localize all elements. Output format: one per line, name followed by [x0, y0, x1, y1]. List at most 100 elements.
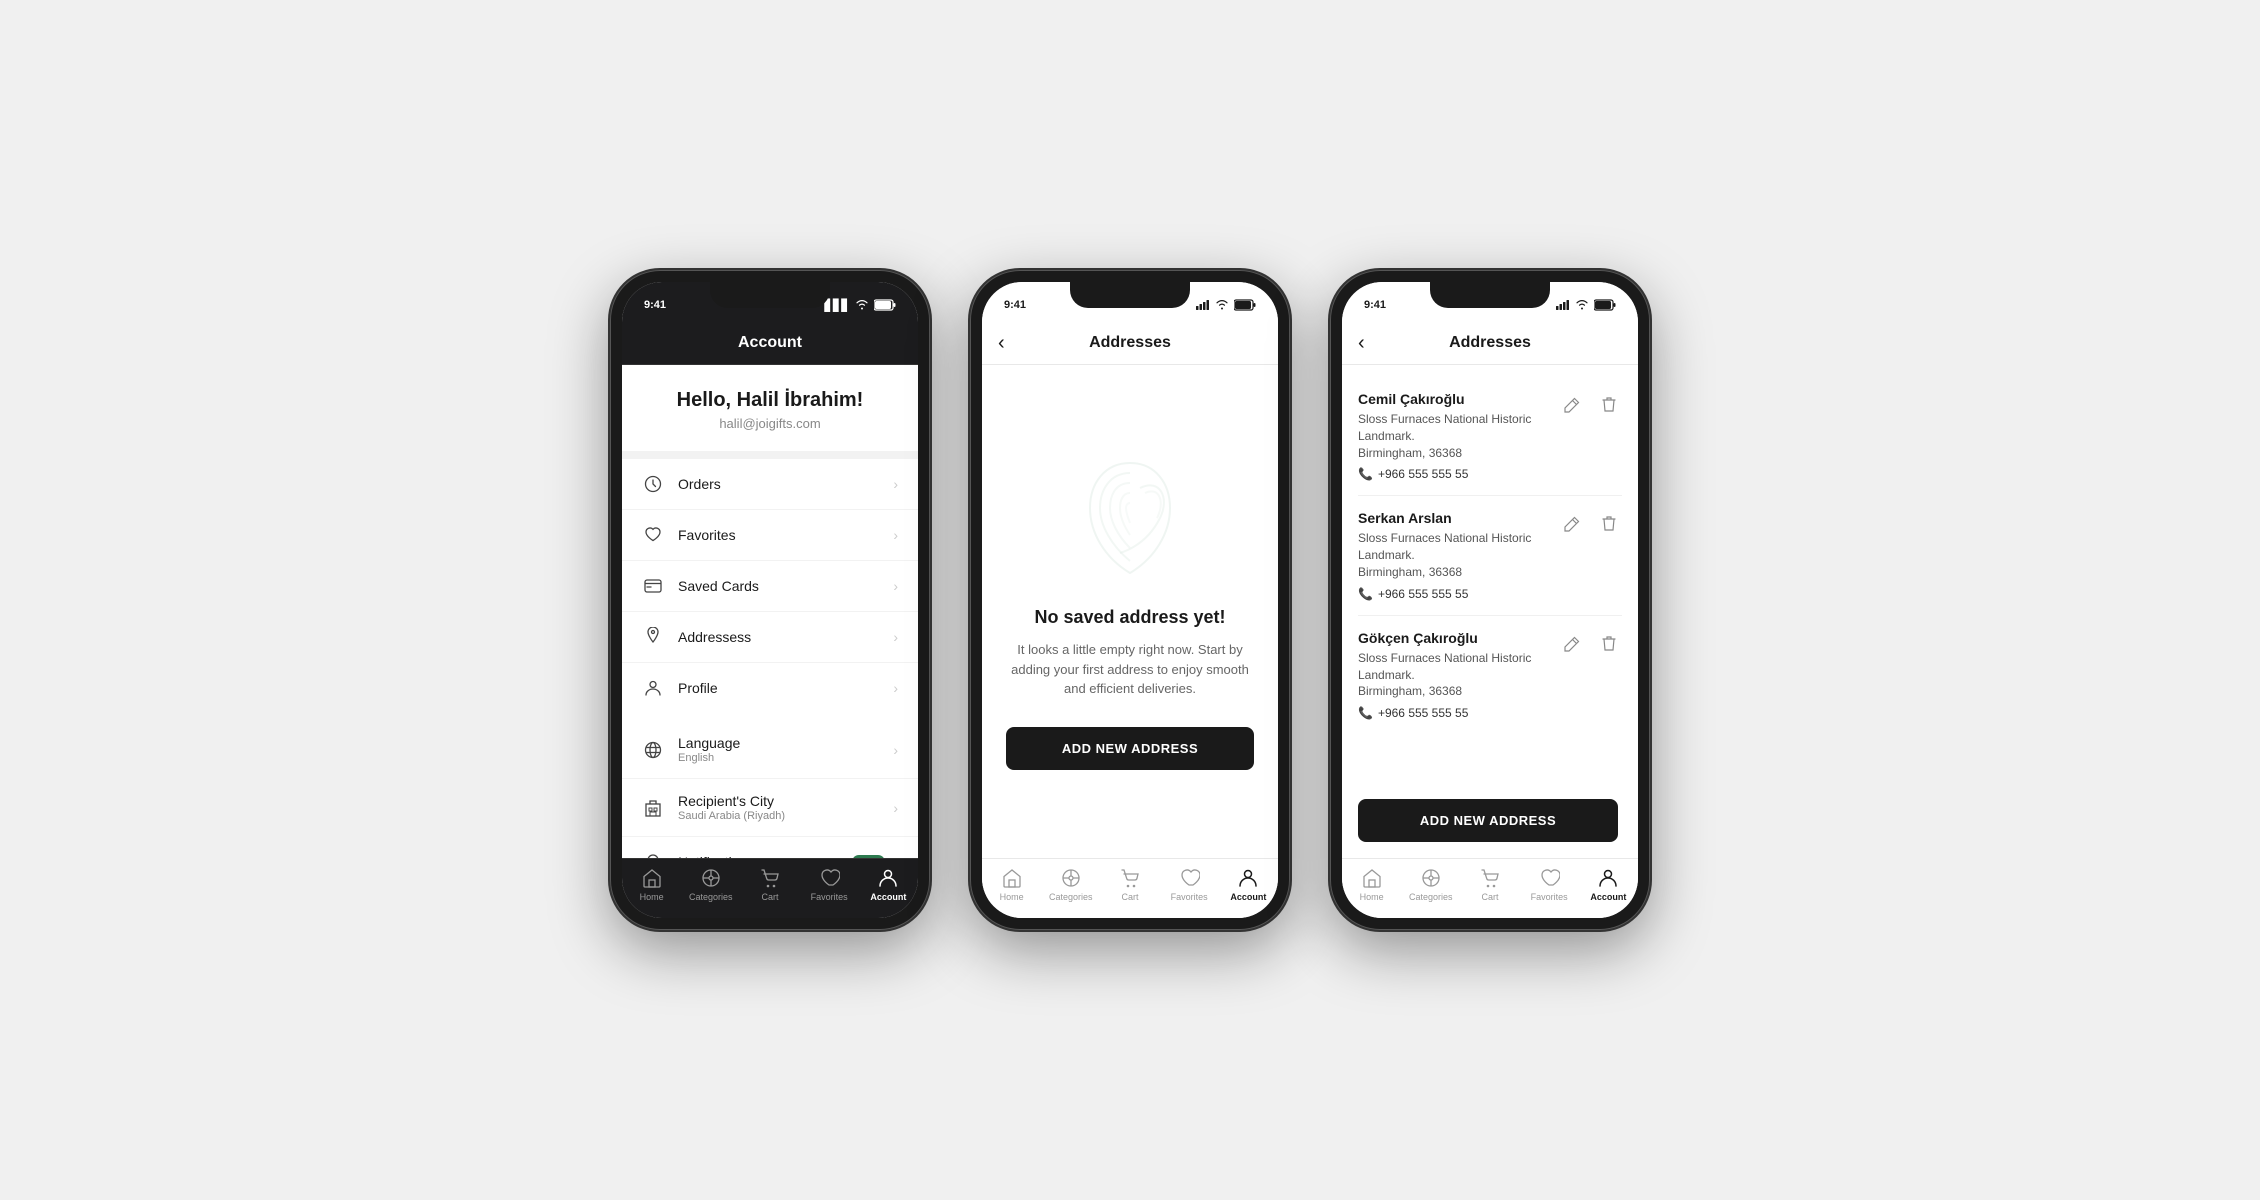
favorites-chevron: ›: [893, 527, 898, 543]
menu-item-notifications[interactable]: Notifications NEW ›: [622, 837, 918, 858]
nav-home-label-2: Home: [1000, 892, 1024, 902]
phone-1: 9:41 ▋▋▋: [610, 270, 930, 930]
recipient-city-chevron: ›: [893, 800, 898, 816]
nav-categories-1[interactable]: Categories: [686, 867, 736, 902]
empty-icon: [1075, 453, 1185, 583]
phone-3: 9:41: [1330, 270, 1650, 930]
cart-icon-3: [1479, 867, 1501, 889]
nav-categories-2[interactable]: Categories: [1046, 867, 1096, 902]
nav-account-3[interactable]: Account: [1583, 867, 1633, 902]
edit-button-2[interactable]: [1560, 510, 1586, 536]
notch-2: [1070, 282, 1190, 308]
profile-chevron: ›: [893, 680, 898, 696]
nav-cart-3[interactable]: Cart: [1465, 867, 1515, 902]
back-button-2[interactable]: ‹: [998, 332, 1005, 355]
orders-chevron: ›: [893, 476, 898, 492]
nav-home-3[interactable]: Home: [1347, 867, 1397, 902]
add-address-button-3[interactable]: ADD NEW ADDRESS: [1358, 799, 1618, 842]
menu-item-profile[interactable]: Profile ›: [622, 663, 918, 713]
greeting: Hello, Halil İbrahim!: [642, 389, 898, 412]
edit-button-1[interactable]: [1560, 391, 1586, 417]
addresses-header-2: ‹ Addresses: [982, 322, 1278, 365]
nav-home-2[interactable]: Home: [987, 867, 1037, 902]
address-phone-1: 📞 +966 555 555 55: [1358, 467, 1622, 481]
delete-button-1[interactable]: [1596, 391, 1622, 417]
addresses-title-2: Addresses: [1089, 334, 1171, 352]
nav-categories-3[interactable]: Categories: [1406, 867, 1456, 902]
menu-item-language[interactable]: Language English ›: [622, 721, 918, 779]
menu-item-addresses[interactable]: Addressess ›: [622, 612, 918, 663]
grid-icon-1: [700, 867, 722, 889]
nav-home-1[interactable]: Home: [627, 867, 677, 902]
battery-icon-2: [1234, 299, 1256, 311]
addresses-label: Addressess: [678, 629, 893, 645]
phone-icon-2: 📞: [1358, 587, 1373, 601]
signal-icon-1: ▋▋▋: [825, 299, 850, 312]
delete-button-3[interactable]: [1596, 630, 1622, 656]
nav-home-label-3: Home: [1360, 892, 1384, 902]
time-1: 9:41: [644, 299, 666, 311]
nav-favorites-2[interactable]: Favorites: [1164, 867, 1214, 902]
address-actions-3: [1560, 630, 1622, 656]
language-chevron: ›: [893, 742, 898, 758]
bottom-nav-3: Home Categories: [1342, 858, 1638, 918]
home-icon-2: [1001, 867, 1023, 889]
nav-cart-1[interactable]: Cart: [745, 867, 795, 902]
edit-button-3[interactable]: [1560, 630, 1586, 656]
nav-cart-label-3: Cart: [1481, 892, 1498, 902]
cart-icon-1: [759, 867, 781, 889]
nav-account-2[interactable]: Account: [1223, 867, 1273, 902]
profile-label: Profile: [678, 680, 893, 696]
nav-cart-label-1: Cart: [761, 892, 778, 902]
menu-item-orders[interactable]: Orders ›: [622, 459, 918, 510]
account-scroll[interactable]: Hello, Halil İbrahim! halil@joigifts.com…: [622, 365, 918, 858]
nav-account-label-2: Account: [1230, 892, 1266, 902]
nav-favorites-1[interactable]: Favorites: [804, 867, 854, 902]
recipient-city-sublabel: Saudi Arabia (Riyadh): [678, 810, 893, 822]
add-btn-container: ADD NEW ADDRESS: [1342, 783, 1638, 858]
address-list[interactable]: Cemil Çakıroğlu Sloss Furnaces National …: [1342, 365, 1638, 783]
bottom-nav-2: Home Categories: [982, 858, 1278, 918]
address-card-3: Gökçen Çakıroğlu Sloss Furnaces National…: [1358, 616, 1622, 734]
menu-item-favorites[interactable]: Favorites ›: [622, 510, 918, 561]
home-icon-1: [641, 867, 663, 889]
menu-item-recipient-city[interactable]: Recipient's City Saudi Arabia (Riyadh) ›: [622, 779, 918, 837]
signal-icon-2: [1196, 300, 1210, 310]
address-detail-2: Sloss Furnaces National Historic Landmar…: [1358, 530, 1622, 580]
nav-home-label-1: Home: [640, 892, 664, 902]
fav-icon-2: [1178, 867, 1200, 889]
empty-title: No saved address yet!: [1034, 607, 1225, 628]
address-phone-3: 📞 +966 555 555 55: [1358, 706, 1622, 720]
email: halil@joigifts.com: [642, 416, 898, 431]
time-3: 9:41: [1364, 299, 1386, 311]
menu-section-1: Orders › Favorites ›: [622, 459, 918, 713]
menu-item-saved-cards[interactable]: Saved Cards ›: [622, 561, 918, 612]
nav-favorites-label-2: Favorites: [1171, 892, 1208, 902]
fav-icon-3: [1538, 867, 1560, 889]
nav-categories-label-1: Categories: [689, 892, 733, 902]
fav-icon-1: [818, 867, 840, 889]
empty-state: No saved address yet! It looks a little …: [982, 365, 1278, 858]
person-icon: [642, 677, 664, 699]
nav-account-1[interactable]: Account: [863, 867, 913, 902]
delete-button-2[interactable]: [1596, 510, 1622, 536]
heart-icon: [642, 524, 664, 546]
nav-favorites-3[interactable]: Favorites: [1524, 867, 1574, 902]
nav-account-label-3: Account: [1590, 892, 1626, 902]
nav-categories-label-3: Categories: [1409, 892, 1453, 902]
addresses-header-3: ‹ Addresses: [1342, 322, 1638, 365]
menu-section-2: Language English ›: [622, 721, 918, 858]
nav-cart-2[interactable]: Cart: [1105, 867, 1155, 902]
add-address-button-empty[interactable]: ADD NEW ADDRESS: [1006, 727, 1254, 770]
battery-icon-3: [1594, 299, 1616, 311]
nav-categories-label-2: Categories: [1049, 892, 1093, 902]
address-detail-1: Sloss Furnaces National Historic Landmar…: [1358, 411, 1622, 461]
wifi-icon-2: [1215, 300, 1229, 310]
building-icon: [642, 797, 664, 819]
clock-icon: [642, 473, 664, 495]
nav-cart-label-2: Cart: [1121, 892, 1138, 902]
back-button-3[interactable]: ‹: [1358, 332, 1365, 355]
notch-3: [1430, 282, 1550, 308]
address-actions-1: [1560, 391, 1622, 417]
nav-favorites-label-1: Favorites: [811, 892, 848, 902]
